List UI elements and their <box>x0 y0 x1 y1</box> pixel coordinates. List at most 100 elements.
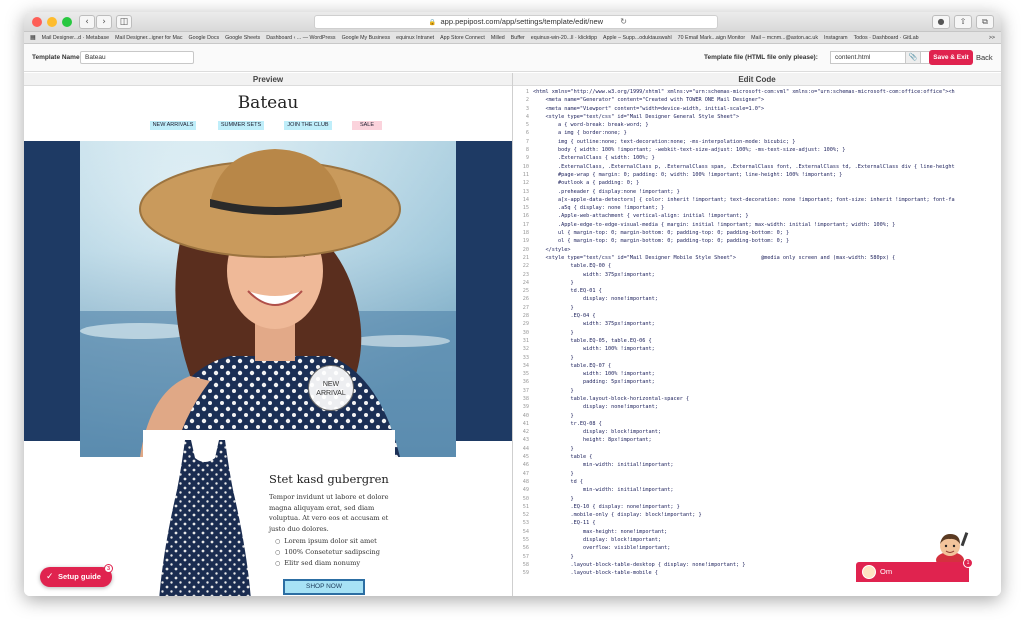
code-line[interactable]: 46 min-width: initial!important; <box>513 461 1001 469</box>
bookmark-item[interactable]: equinux-win-20...ll · klicktipp <box>531 35 597 41</box>
back-link[interactable]: Back <box>976 53 993 62</box>
bookmark-item[interactable]: 70 Email Mark...aign Monitor <box>678 35 745 41</box>
code-line[interactable]: 16 .Apple-web-attachment { vertical-alig… <box>513 212 1001 220</box>
code-line[interactable]: 22 table.EQ-00 { <box>513 262 1001 270</box>
code-line[interactable]: 51 .EQ-10 { display: none!important; } <box>513 503 1001 511</box>
code-line[interactable]: 34 table.EQ-07 { <box>513 362 1001 370</box>
code-line[interactable]: 15 .a5q { display: none !important; } <box>513 204 1001 212</box>
bookmark-item[interactable]: Dashboard ‹ ... — WordPress <box>266 35 335 41</box>
share-icon[interactable]: ⇧ <box>954 15 972 29</box>
code-line[interactable]: 26 display: none!important; <box>513 295 1001 303</box>
code-editor-pane[interactable]: Edit Code 1 <html xmlns="http://www.w3.or… <box>512 73 1001 596</box>
code-line[interactable]: 9 .ExternalClass { width: 100%; } <box>513 154 1001 162</box>
shop-now-button[interactable]: SHOP NOW <box>283 579 365 595</box>
email-nav-sale[interactable]: SALE <box>352 121 382 130</box>
bookmark-item[interactable]: Apple – Supp...oduktauswahl <box>603 35 672 41</box>
code-line[interactable]: 6 a img { border:none; } <box>513 129 1001 137</box>
template-name-input[interactable] <box>80 51 194 64</box>
code-line[interactable]: 3 <meta name="Viewport" content="width=d… <box>513 105 1001 113</box>
code-line[interactable]: 5 a { word-break: break-word; } <box>513 121 1001 129</box>
code-line[interactable]: 24 } <box>513 279 1001 287</box>
code-line[interactable]: 1 <html xmlns="http://www.w3.org/1999/xht… <box>513 88 1001 96</box>
code-line[interactable]: 35 width: 100% !important; <box>513 370 1001 378</box>
tabs-overview-icon[interactable]: ⧉ <box>976 15 994 29</box>
zoom-window-icon[interactable] <box>62 17 72 27</box>
bookmark-item[interactable]: Google Sheets <box>225 35 260 41</box>
email-nav-new-arrivals[interactable]: NEW ARRIVALS <box>150 121 196 130</box>
code-line[interactable]: 57 } <box>513 553 1001 561</box>
code-line[interactable]: 2 <meta name="Generator" content="Create… <box>513 96 1001 104</box>
close-window-icon[interactable] <box>32 17 42 27</box>
code-line[interactable]: 50 } <box>513 495 1001 503</box>
code-line[interactable]: 37 } <box>513 387 1001 395</box>
code-line[interactable]: 43 height: 8px!important; <box>513 436 1001 444</box>
paperclip-icon[interactable]: 📎 <box>905 51 921 64</box>
email-nav-summer-sets[interactable]: SUMMER SETS <box>218 121 264 130</box>
code-line[interactable]: 8 body { width: 100% !important; -webkit… <box>513 146 1001 154</box>
code-text: display: none!important; <box>533 404 658 411</box>
bookmark-item[interactable]: Google Docs <box>189 35 220 41</box>
code-line[interactable]: 7 img { outline:none; text-decoration:no… <box>513 138 1001 146</box>
code-line[interactable]: 42 display: block!important; <box>513 428 1001 436</box>
bookmark-item[interactable]: Google My Business <box>342 35 391 41</box>
code-line[interactable]: 55 display: block!important; <box>513 536 1001 544</box>
sidebar-toggle-icon[interactable]: ◫ <box>116 15 132 29</box>
forward-arrow-icon[interactable]: › <box>96 15 112 29</box>
code-line[interactable]: 49 min-width: initial!important; <box>513 486 1001 494</box>
code-line[interactable]: 28 .EQ-04 { <box>513 312 1001 320</box>
address-bar[interactable]: 🔒 app.pepipost.com/app/settings/template… <box>314 15 718 29</box>
setup-guide-button[interactable]: ✓ Setup guide <box>40 567 112 587</box>
bookmark-item[interactable]: Mail – mcnm...@aston.ac.uk <box>751 35 818 41</box>
code-line[interactable]: 39 display: none!important; <box>513 403 1001 411</box>
code-line[interactable]: 4 <style type="text/css" id="Mail Design… <box>513 113 1001 121</box>
code-line[interactable]: 13 .preheader { display:none !important;… <box>513 188 1001 196</box>
code-line[interactable]: 19 ol { margin-top: 0; margin-bottom: 0;… <box>513 237 1001 245</box>
code-line[interactable]: 33 } <box>513 354 1001 362</box>
chat-widget-button[interactable]: Om <box>856 562 969 582</box>
save-exit-button[interactable]: Save & Exit <box>929 50 973 65</box>
code-line[interactable]: 40 } <box>513 412 1001 420</box>
code-line[interactable]: 44 } <box>513 445 1001 453</box>
code-line[interactable]: 53 .EQ-11 { <box>513 519 1001 527</box>
code-line[interactable]: 38 table.layout-block-horizontal-spacer … <box>513 395 1001 403</box>
code-line[interactable]: 36 padding: 5px!important; <box>513 378 1001 386</box>
code-line[interactable]: 30 } <box>513 329 1001 337</box>
code-line[interactable]: 18 ul { margin-top: 0; margin-bottom: 0;… <box>513 229 1001 237</box>
back-arrow-icon[interactable]: ‹ <box>79 15 95 29</box>
bookmark-item[interactable]: Mail Designer...igner for Mac <box>115 35 182 41</box>
code-line[interactable]: 21 <style type="text/css" id="Mail Desig… <box>513 254 1001 262</box>
reload-icon[interactable]: ↻ <box>620 16 627 28</box>
code-line[interactable]: 29 width: 375px!important; <box>513 320 1001 328</box>
code-line[interactable]: 54 max-height: none!important; <box>513 528 1001 536</box>
code-line[interactable]: 20 </style> <box>513 246 1001 254</box>
code-line[interactable]: 47 } <box>513 470 1001 478</box>
extension-icon[interactable]: ● <box>932 15 950 29</box>
code-line[interactable]: 52 .mobile-only { display: block!importa… <box>513 511 1001 519</box>
code-line[interactable]: 41 tr.EQ-08 { <box>513 420 1001 428</box>
code-line[interactable]: 48 td { <box>513 478 1001 486</box>
bookmark-item[interactable]: Buffer <box>511 35 525 41</box>
code-line[interactable]: 56 overflow: visible!important; <box>513 544 1001 552</box>
code-line[interactable]: 14 a[x-apple-data-detectors] { color: in… <box>513 196 1001 204</box>
code-line[interactable]: 11 #page-wrap { margin: 0; padding: 0; w… <box>513 171 1001 179</box>
bookmark-item[interactable]: Instagram <box>824 35 848 41</box>
bookmarks-more-button[interactable]: >> <box>989 35 995 41</box>
minimize-window-icon[interactable] <box>47 17 57 27</box>
bookmark-item[interactable]: App Store Connect <box>440 35 485 41</box>
apps-grid-icon[interactable]: ▦ <box>30 34 36 41</box>
code-line[interactable]: 23 width: 375px!important; <box>513 271 1001 279</box>
code-line[interactable]: 12 #outlook a { padding: 0; } <box>513 179 1001 187</box>
code-line[interactable]: 31 table.EQ-05, table.EQ-06 { <box>513 337 1001 345</box>
code-line[interactable]: 32 width: 100% !important; <box>513 345 1001 353</box>
bookmark-item[interactable]: Mail Designer...d · Metabase <box>42 35 109 41</box>
code-line[interactable]: 10 .ExternalClass, .ExternalClass p, .Ex… <box>513 163 1001 171</box>
bookmark-item[interactable]: Todos · Dashboard · GitLab <box>854 35 919 41</box>
code-line[interactable]: 45 table { <box>513 453 1001 461</box>
email-nav-join-club[interactable]: JOIN THE CLUB <box>284 121 332 130</box>
code-editor[interactable]: 1 <html xmlns="http://www.w3.org/1999/xht… <box>513 88 1001 578</box>
code-line[interactable]: 27 } <box>513 304 1001 312</box>
bookmark-item[interactable]: Milled <box>491 35 505 41</box>
code-line[interactable]: 25 td.EQ-01 { <box>513 287 1001 295</box>
bookmark-item[interactable]: equinux Intranet <box>396 35 434 41</box>
code-line[interactable]: 17 .Apple-edge-to-edge-visual-media { ma… <box>513 221 1001 229</box>
